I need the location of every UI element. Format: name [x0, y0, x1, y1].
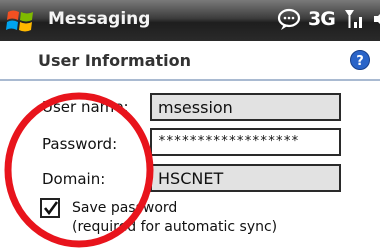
- windows-start-icon[interactable]: [3, 6, 39, 36]
- password-label: Password:: [42, 135, 118, 153]
- checkmark-icon: [43, 201, 59, 216]
- app-title: Messaging: [48, 9, 151, 29]
- volume-icon[interactable]: [371, 7, 380, 31]
- save-password-checkbox[interactable]: [40, 198, 60, 218]
- signal-strength-icon[interactable]: [343, 7, 365, 31]
- domain-field[interactable]: HSCNET: [150, 164, 341, 192]
- save-password-label-line2: (required for automatic sync): [72, 219, 278, 235]
- help-icon[interactable]: ?: [350, 50, 370, 70]
- save-password-label-line1: Save password: [72, 200, 178, 216]
- svg-text:?: ?: [356, 54, 364, 69]
- username-field[interactable]: msession: [150, 93, 341, 121]
- section-title: User Information: [38, 51, 191, 70]
- title-bar: Messaging 3G: [0, 0, 380, 41]
- domain-label: Domain:: [42, 170, 106, 188]
- save-password-label[interactable]: Save password (required for automatic sy…: [72, 199, 277, 237]
- network-type-label: 3G: [308, 8, 336, 30]
- password-field[interactable]: ******************: [150, 128, 341, 156]
- chat-bubble-icon[interactable]: [276, 7, 302, 31]
- username-label: User name:: [42, 98, 129, 116]
